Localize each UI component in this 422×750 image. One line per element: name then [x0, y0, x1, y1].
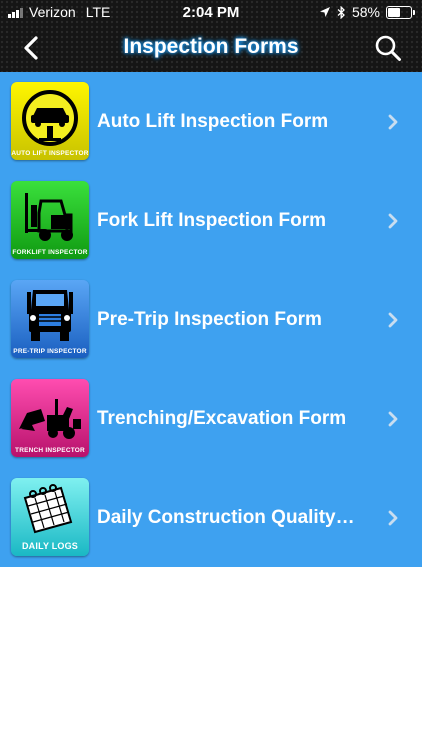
- form-label: Daily Construction Quality…: [97, 507, 355, 528]
- top-bar: Verizon LTE 2:04 PM 58% Inspection Forms: [0, 0, 422, 72]
- form-label: Auto Lift Inspection Form: [97, 111, 329, 132]
- list-item-fork-lift[interactable]: FORKLIFT INSPECTOR Fork Lift Inspection …: [0, 171, 422, 270]
- icon-caption: TRENCH INSPECTOR: [15, 447, 85, 454]
- list-item-auto-lift[interactable]: AUTO LIFT INSPECTOR Auto Lift Inspection…: [0, 72, 422, 171]
- chevron-right-icon: [388, 510, 398, 526]
- search-icon[interactable]: [374, 34, 402, 62]
- chevron-right-icon: [388, 114, 398, 130]
- chevron-right-icon: [388, 213, 398, 229]
- list-item-pre-trip[interactable]: PRE-TRIP INSPECTOR Pre-Trip Inspection F…: [0, 270, 422, 369]
- icon-caption: AUTO LIFT INSPECTOR: [11, 150, 89, 157]
- chevron-right-icon: [388, 312, 398, 328]
- icon-caption: PRE-TRIP INSPECTOR: [13, 348, 87, 355]
- location-arrow-icon: [319, 7, 330, 17]
- form-label: Fork Lift Inspection Form: [97, 210, 327, 231]
- nav-bar: Inspection Forms: [0, 26, 422, 70]
- form-label: Pre-Trip Inspection Form: [97, 309, 322, 330]
- car-lift-icon: AUTO LIFT INSPECTOR: [11, 82, 89, 160]
- excavator-icon: TRENCH INSPECTOR: [11, 379, 89, 457]
- forklift-icon: FORKLIFT INSPECTOR: [11, 181, 89, 259]
- truck-icon: PRE-TRIP INSPECTOR: [11, 280, 89, 358]
- battery-icon: [386, 5, 415, 19]
- list-item-daily-construction[interactable]: DAILY LOGS Daily Construction Quality…: [0, 468, 422, 567]
- chevron-right-icon: [388, 411, 398, 427]
- status-bar: Verizon LTE 2:04 PM 58%: [0, 0, 422, 24]
- page-title: Inspection Forms: [123, 35, 299, 58]
- calendar-log-icon: DAILY LOGS: [11, 478, 89, 556]
- forms-list: AUTO LIFT INSPECTOR Auto Lift Inspection…: [0, 72, 422, 567]
- bluetooth-icon: [337, 5, 345, 19]
- list-item-trenching[interactable]: TRENCH INSPECTOR Trenching/Excavation Fo…: [0, 369, 422, 468]
- icon-caption: FORKLIFT INSPECTOR: [12, 249, 88, 256]
- icon-caption: DAILY LOGS: [21, 541, 78, 551]
- battery-percent: 58%: [351, 4, 380, 20]
- form-label: Trenching/Excavation Form: [97, 408, 347, 429]
